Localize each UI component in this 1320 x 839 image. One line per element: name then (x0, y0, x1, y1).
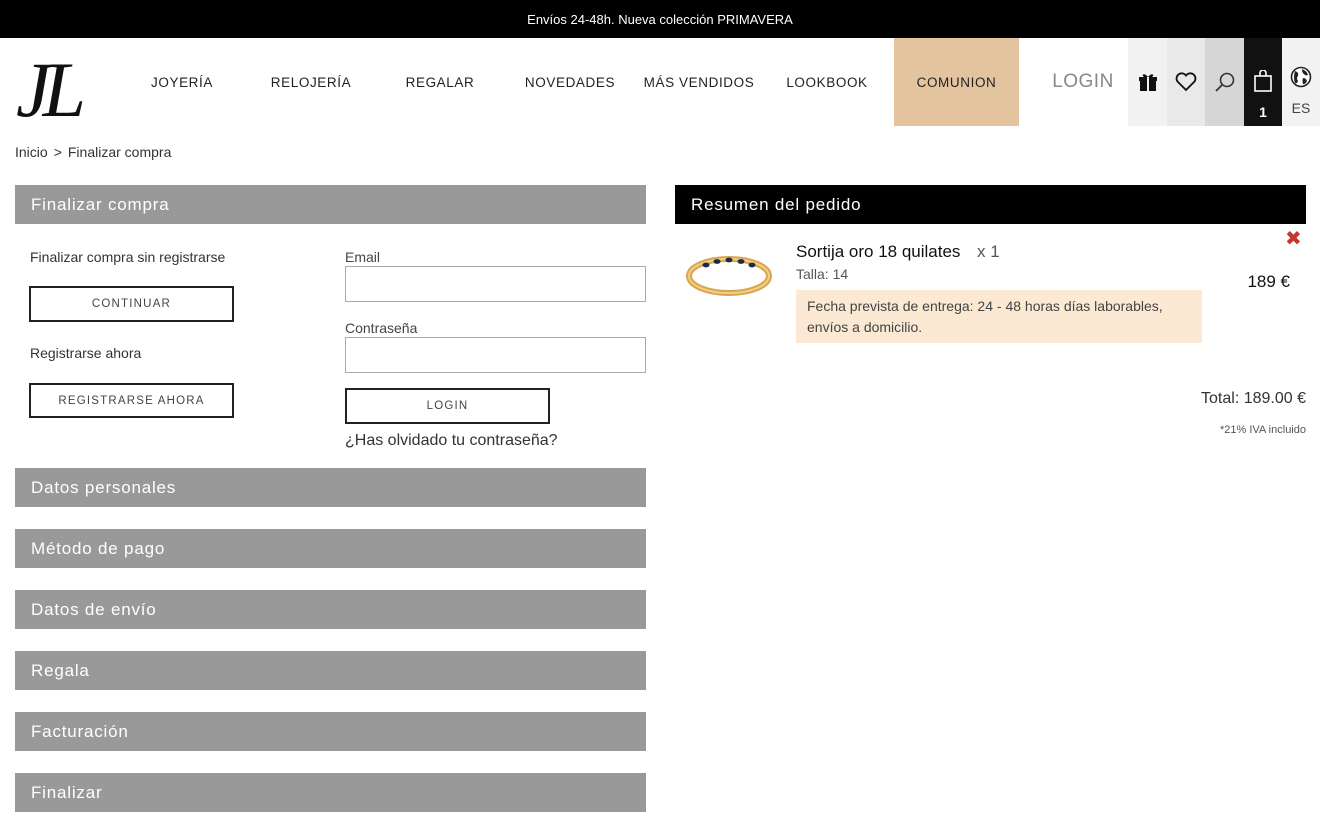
breadcrumb: Inicio > Finalizar compra (15, 144, 171, 160)
nav-mas-vendidos[interactable]: MÁS VENDIDOS (640, 38, 758, 126)
nav-comunion[interactable]: COMUNION (894, 38, 1019, 126)
order-summary-header: Resumen del pedido (675, 185, 1306, 224)
section-label: Regala (31, 660, 90, 680)
password-label: Contraseña (345, 320, 418, 336)
language-label: ES (1291, 100, 1311, 116)
announcement-bar: Envíos 24-48h. Nueva colección PRIMAVERA (0, 0, 1320, 38)
section-datos-envio[interactable]: Datos de envío (15, 590, 646, 629)
product-name[interactable]: Sortija oro 18 quilates (796, 242, 960, 262)
section-label: Facturación (31, 721, 129, 741)
password-field[interactable] (345, 337, 646, 373)
order-summary-title: Resumen del pedido (691, 194, 862, 214)
breadcrumb-home[interactable]: Inicio (15, 144, 48, 160)
product-price: 189 € (1247, 272, 1290, 291)
gift-icon[interactable] (1128, 38, 1167, 126)
checkout-header: Finalizar compra (15, 185, 646, 224)
nav-novedades[interactable]: NOVEDADES (520, 38, 620, 126)
announcement-text: Envíos 24-48h. Nueva colección PRIMAVERA (527, 11, 793, 27)
section-label: Datos personales (31, 477, 177, 497)
delivery-estimate: Fecha prevista de entrega: 24 - 48 horas… (796, 290, 1202, 343)
register-button[interactable]: REGISTRARSE AHORA (29, 383, 234, 418)
product-quantity: x 1 (977, 242, 1000, 261)
order-total: Total: 189.00 € (1201, 390, 1306, 407)
email-field[interactable] (345, 266, 646, 302)
section-facturacion[interactable]: Facturación (15, 712, 646, 751)
breadcrumb-current: Finalizar compra (67, 144, 172, 160)
nav-relojeria[interactable]: RELOJERÍA (265, 38, 357, 126)
header-login-link[interactable]: LOGIN (1040, 38, 1126, 126)
site-header: JL JOYERÍA RELOJERÍA REGALAR NOVEDADES M… (0, 38, 1320, 133)
search-icon[interactable] (1205, 38, 1244, 126)
checkout-title: Finalizar compra (31, 194, 170, 214)
section-regala[interactable]: Regala (15, 651, 646, 690)
product-size: Talla: 14 (796, 266, 849, 282)
heart-icon[interactable] (1167, 38, 1205, 126)
section-finalizar[interactable]: Finalizar (15, 773, 646, 812)
section-metodo-pago[interactable]: Método de pago (15, 529, 646, 568)
close-icon[interactable]: ✖ (1285, 226, 1302, 251)
nav-joyeria[interactable]: JOYERÍA (138, 38, 226, 126)
forgot-password-link[interactable]: ¿Has olvidado tu contraseña? (345, 432, 558, 450)
cart-icon[interactable]: 1 (1244, 38, 1282, 126)
globe-icon[interactable]: ES (1282, 38, 1320, 126)
section-label: Finalizar (31, 782, 103, 802)
product-image[interactable] (686, 246, 772, 302)
cart-count-badge: 1 (1259, 104, 1267, 120)
nav-lookbook[interactable]: LOOKBOOK (780, 38, 874, 126)
login-button[interactable]: LOGIN (345, 388, 550, 424)
tax-note: *21% IVA incluido (1219, 424, 1306, 436)
section-datos-personales[interactable]: Datos personales (15, 468, 646, 507)
nav-regalar[interactable]: REGALAR (398, 38, 482, 126)
register-label: Registrarse ahora (30, 345, 142, 361)
breadcrumb-separator: > (53, 144, 62, 160)
continue-button[interactable]: CONTINUAR (29, 286, 234, 322)
brand-logo[interactable]: JL (16, 46, 106, 133)
svg-text:JL: JL (16, 50, 83, 122)
section-label: Datos de envío (31, 599, 157, 619)
guest-checkout-label: Finalizar compra sin registrarse (30, 249, 226, 265)
email-label: Email (345, 249, 381, 265)
section-label: Método de pago (31, 538, 166, 558)
